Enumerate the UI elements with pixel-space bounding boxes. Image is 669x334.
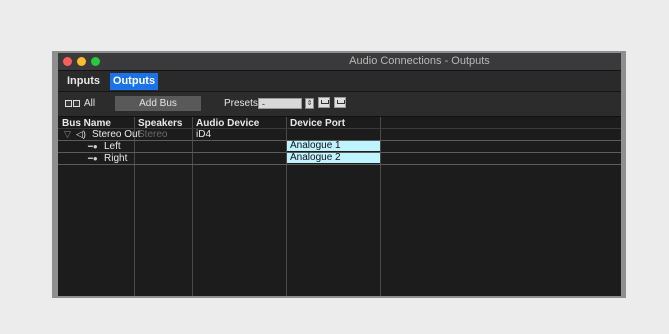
presets-stepper-icon[interactable]: ⇕ xyxy=(305,98,314,109)
header-audio-device[interactable]: Audio Device xyxy=(196,118,259,129)
remove-preset-icon[interactable] xyxy=(334,97,346,108)
speaker-icon: ◁) xyxy=(76,129,86,139)
header-speakers[interactable]: Speakers xyxy=(138,118,182,129)
header-device-port[interactable]: Device Port xyxy=(290,118,345,129)
table-row[interactable]: ━● Left Analogue 1 xyxy=(58,141,621,152)
add-bus-button[interactable]: Add Bus xyxy=(115,96,201,111)
plug-icon: ━● xyxy=(88,142,98,151)
toolbar: All Add Bus Presets - ⇕ xyxy=(58,92,621,117)
device-port-cell[interactable]: Analogue 2 xyxy=(287,153,380,163)
store-preset-icon[interactable] xyxy=(318,97,330,108)
table-header: Bus Name Speakers Audio Device Device Po… xyxy=(58,117,621,129)
connections-table: Bus Name Speakers Audio Device Device Po… xyxy=(58,117,621,296)
audio-connections-window: Audio Connections - Outputs Inputs Outpu… xyxy=(58,53,621,296)
bus-name[interactable]: Stereo Out xyxy=(92,129,140,140)
table-row[interactable]: ▽ ◁) Stereo Out Stereo iD4 xyxy=(58,129,621,140)
header-bus-name[interactable]: Bus Name xyxy=(62,118,111,129)
table-row[interactable]: ━● Right Analogue 2 xyxy=(58,153,621,164)
all-label: All xyxy=(84,98,96,109)
channel-name[interactable]: Right xyxy=(104,153,127,164)
presets-label: Presets xyxy=(224,98,258,109)
channel-name[interactable]: Left xyxy=(104,141,121,152)
tab-inputs[interactable]: Inputs xyxy=(60,73,107,90)
device-port-cell[interactable]: Analogue 1 xyxy=(287,141,380,151)
collapse-all-checkbox[interactable] xyxy=(73,100,80,107)
tab-bar: Inputs Outputs xyxy=(58,71,621,92)
bus-speakers: Stereo xyxy=(138,129,168,140)
title-bar[interactable]: Audio Connections - Outputs xyxy=(58,53,621,71)
plug-icon: ━● xyxy=(88,154,98,163)
expand-all-checkbox[interactable] xyxy=(65,100,72,107)
tab-outputs[interactable]: Outputs xyxy=(110,73,158,90)
window-title: Audio Connections - Outputs xyxy=(349,55,490,67)
presets-select[interactable]: - xyxy=(258,98,302,109)
bus-audio-device[interactable]: iD4 xyxy=(196,129,211,140)
row-divider xyxy=(58,164,621,165)
collapse-triangle-icon[interactable]: ▽ xyxy=(64,129,71,140)
